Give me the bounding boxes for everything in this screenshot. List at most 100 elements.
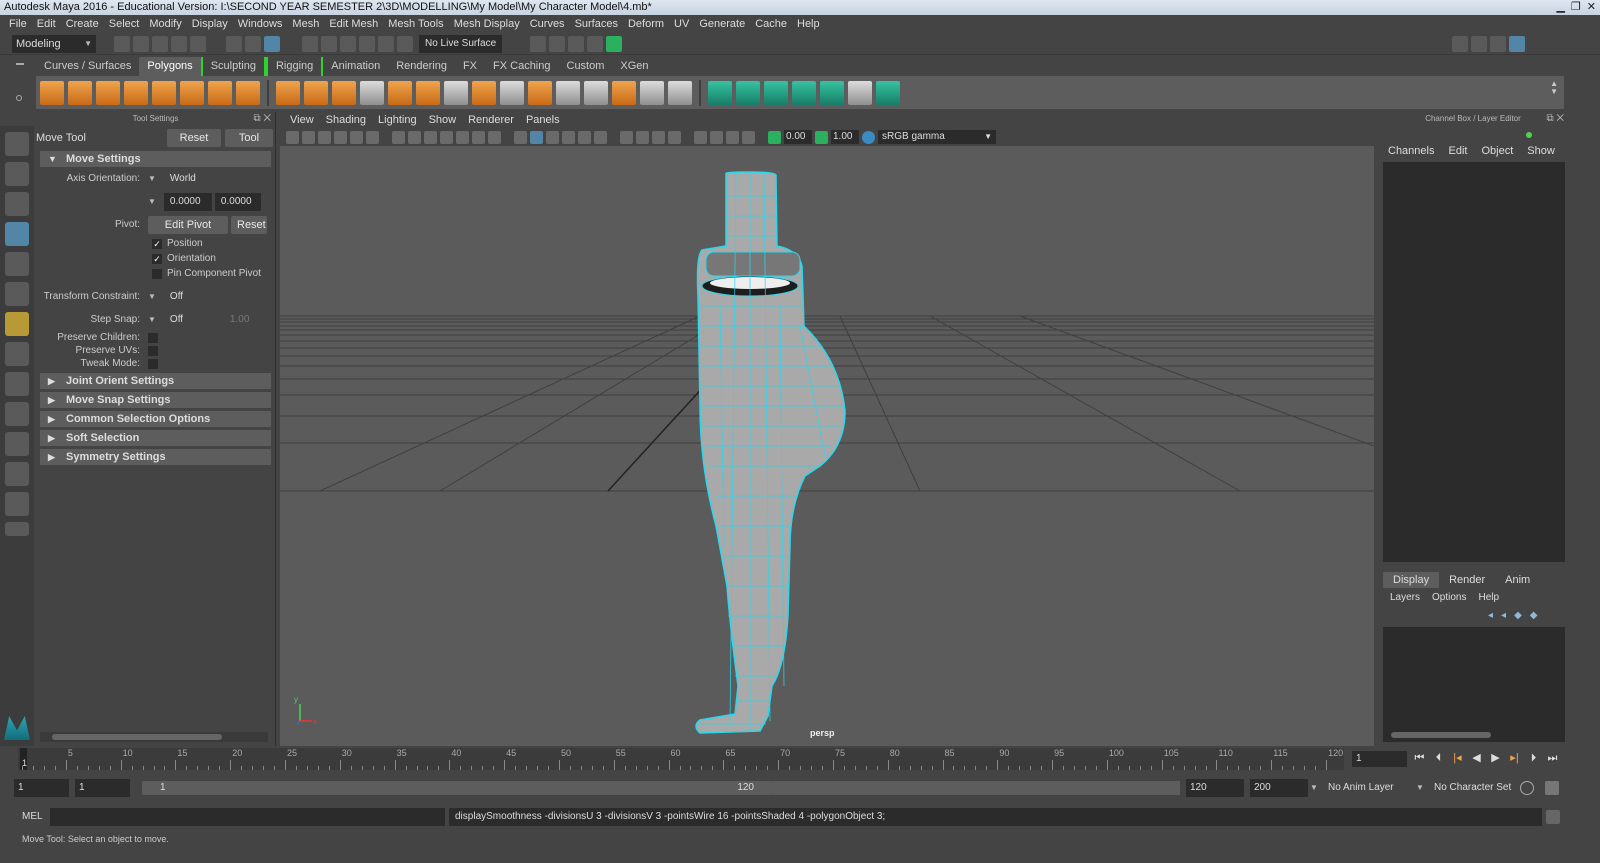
position-checkbox-row[interactable]: ✓ Position <box>36 236 275 251</box>
maximize-button[interactable]: ❐ <box>1571 0 1581 15</box>
chevron-down-icon[interactable]: ▼ <box>148 315 156 324</box>
go-to-start-icon[interactable]: ⏮ <box>1413 751 1426 765</box>
merge-icon[interactable] <box>528 80 552 105</box>
menu-mesh-tools[interactable]: Mesh Tools <box>383 18 448 30</box>
menu-create[interactable]: Create <box>61 18 104 30</box>
target-weld-icon[interactable] <box>584 80 608 105</box>
menu-select[interactable]: Select <box>104 18 145 30</box>
channel-box-menu-object[interactable]: Object <box>1481 145 1513 157</box>
safe-title-icon[interactable] <box>488 130 501 144</box>
snap-point-icon[interactable] <box>340 35 356 52</box>
close-button[interactable]: ✕ <box>1587 0 1596 15</box>
view-transform-dropdown[interactable]: sRGB gamma <box>878 130 996 144</box>
channel-box-menu-channels[interactable]: Channels <box>1388 145 1434 157</box>
field-chart-icon[interactable] <box>456 130 469 144</box>
move-snap-settings-section[interactable]: Move Snap Settings <box>40 392 271 408</box>
rotate-tool-icon[interactable] <box>5 252 29 276</box>
uv-editor-icon[interactable] <box>876 80 900 105</box>
snap-live-icon[interactable] <box>378 35 394 52</box>
menu-edit[interactable]: Edit <box>32 18 61 30</box>
playback-start-field[interactable]: 1 <box>75 779 130 797</box>
minimize-button[interactable]: ▁ <box>1556 0 1564 15</box>
transform-constraint-dropdown[interactable]: Off <box>163 287 262 306</box>
tab-rigging[interactable]: Rigging <box>265 57 324 76</box>
menu-mesh[interactable]: Mesh <box>287 18 324 30</box>
layout-more-icon[interactable] <box>5 522 29 536</box>
smooth-shade-icon[interactable] <box>530 130 543 144</box>
open-scene-icon[interactable] <box>133 35 149 52</box>
planar-uv-icon[interactable] <box>708 80 732 105</box>
render-view-icon[interactable] <box>530 35 547 52</box>
script-editor-icon[interactable] <box>1546 810 1560 824</box>
tab-render[interactable]: Render <box>1439 572 1495 588</box>
multisample-aa-icon[interactable] <box>652 130 665 144</box>
edit-pivot-button[interactable]: Edit Pivot <box>148 215 228 234</box>
separate-icon[interactable] <box>304 80 328 105</box>
axis-orientation-dropdown[interactable]: World <box>163 169 262 188</box>
bookmark-icon[interactable] <box>318 130 331 144</box>
character-set-dropdown[interactable]: No Character Set <box>1430 779 1518 797</box>
common-selection-options-section[interactable]: Common Selection Options <box>40 411 271 427</box>
checker-uv-icon[interactable] <box>848 80 872 105</box>
save-scene-icon[interactable] <box>152 35 168 52</box>
menu-generate[interactable]: Generate <box>694 18 750 30</box>
new-scene-icon[interactable] <box>114 35 130 52</box>
close-icon[interactable]: ⧉ ✕ <box>253 112 271 126</box>
extrude-icon[interactable] <box>416 80 440 105</box>
menu-surfaces[interactable]: Surfaces <box>570 18 623 30</box>
range-slider-remainder[interactable] <box>772 781 1180 795</box>
film-gate-icon[interactable] <box>408 130 421 144</box>
chevron-down-icon[interactable]: ▼ <box>1310 783 1318 792</box>
paint-select-tool-icon[interactable] <box>5 192 29 216</box>
magnet-icon[interactable] <box>397 35 413 52</box>
use-all-lights-icon[interactable] <box>578 130 591 144</box>
viewport-menu-renderer[interactable]: Renderer <box>462 114 520 126</box>
cylindrical-uv-icon[interactable] <box>736 80 760 105</box>
bridge-icon[interactable] <box>444 80 468 105</box>
attribute-editor-toggle-icon[interactable] <box>1471 35 1488 52</box>
chevron-down-icon[interactable]: ▼ <box>148 174 156 183</box>
soft-selection-section[interactable]: Soft Selection <box>40 430 271 446</box>
menu-display[interactable]: Display <box>187 18 233 30</box>
step-back-key-icon[interactable]: ⏴ <box>1432 751 1445 765</box>
grid-icon[interactable] <box>392 130 405 144</box>
reset-tool-button[interactable]: Reset Tool <box>167 129 221 162</box>
layer-menu-layers[interactable]: Layers <box>1390 592 1420 603</box>
four-pane-layout-icon[interactable] <box>5 372 29 396</box>
menu-cache[interactable]: Cache <box>750 18 792 30</box>
quad-draw-icon[interactable] <box>612 80 636 105</box>
snap-grid-icon[interactable] <box>302 35 318 52</box>
scrollbar-thumb[interactable] <box>1391 732 1491 738</box>
poly-cylinder-icon[interactable] <box>96 80 120 105</box>
channel-box-menu-show[interactable]: Show <box>1527 145 1555 157</box>
scrollbar-thumb[interactable] <box>52 734 222 740</box>
tab-fx-caching[interactable]: FX Caching <box>485 57 558 76</box>
undo-icon[interactable] <box>171 35 187 52</box>
gamma-field[interactable]: 1.00 <box>831 130 859 144</box>
tool-help-button[interactable]: Tool Help <box>225 129 273 162</box>
lasso-tool-icon[interactable] <box>5 162 29 186</box>
grease-pencil-icon[interactable] <box>350 130 363 144</box>
gamma-icon[interactable] <box>815 130 828 144</box>
viewport-menu-lighting[interactable]: Lighting <box>372 114 423 126</box>
spherical-uv-icon[interactable] <box>764 80 788 105</box>
orientation-x-field[interactable]: 0.0000 <box>163 192 212 211</box>
mirror-icon[interactable] <box>332 80 356 105</box>
time-slider-track[interactable]: 1 5 10 15 20 25 30 35 40 45 50 55 60 65 70 75 80 85 90 95 1… <box>18 748 1344 770</box>
pin-component-pivot-checkbox-row[interactable]: Pin Component Pivot <box>36 266 275 281</box>
outliner-layout-icon[interactable] <box>5 432 29 456</box>
multi-cut-icon[interactable] <box>556 80 580 105</box>
xray-joints-icon[interactable] <box>726 130 739 144</box>
shadows-icon[interactable] <box>594 130 607 144</box>
isolate-select-icon[interactable] <box>694 130 707 144</box>
tab-fx[interactable]: FX <box>455 57 485 76</box>
tool-settings-scrollbar[interactable] <box>40 732 268 742</box>
insert-edge-loop-icon[interactable] <box>500 80 524 105</box>
workspace-icon[interactable] <box>1452 35 1469 52</box>
two-d-pan-icon[interactable] <box>366 130 379 144</box>
camera-select-icon[interactable] <box>286 130 299 144</box>
animation-preferences-icon[interactable] <box>1545 781 1559 795</box>
chevron-down-icon[interactable]: ▼ <box>148 292 156 301</box>
checkbox-unchecked-icon[interactable] <box>152 268 162 279</box>
layer-menu-help[interactable]: Help <box>1478 592 1499 603</box>
